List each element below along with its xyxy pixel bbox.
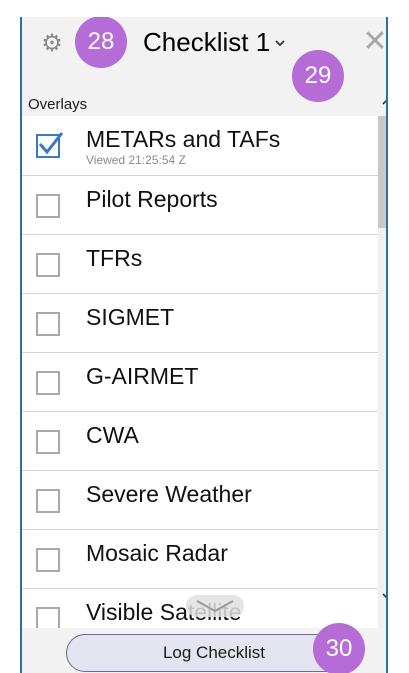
scroll-more-indicator[interactable] — [186, 595, 244, 617]
list-item-sigmet[interactable]: SIGMET — [22, 293, 378, 352]
checkbox-metars-tafs[interactable] — [36, 132, 64, 158]
item-label: CWA — [86, 422, 139, 448]
panel-footer: Log Checklist 30 — [22, 623, 386, 673]
scrollbar-thumb[interactable] — [378, 116, 386, 228]
item-label: SIGMET — [86, 304, 175, 330]
checkbox-sigmet[interactable] — [36, 312, 60, 336]
checkbox-severe-weather[interactable] — [36, 489, 60, 513]
list-item-severe-weather[interactable]: Severe Weather — [22, 470, 378, 529]
checkbox-mosaic-radar[interactable] — [36, 548, 60, 572]
item-label: G-AIRMET — [86, 363, 199, 389]
badge-30: 30 — [313, 623, 365, 673]
item-label: METARs and TAFs — [86, 126, 281, 152]
chevron-down-icon[interactable] — [274, 37, 286, 49]
item-label: Pilot Reports — [86, 186, 218, 212]
chevron-down-icon — [196, 600, 234, 613]
checkbox-cwa[interactable] — [36, 430, 60, 454]
gear-icon[interactable]: ⚙ — [39, 31, 65, 57]
scroll-down-icon[interactable] — [380, 589, 388, 603]
section-label-overlays: Overlays — [28, 96, 88, 113]
scrollbar[interactable] — [378, 116, 386, 628]
checkbox-visible-satellite[interactable] — [36, 607, 60, 628]
list-item-g-airmet[interactable]: G-AIRMET — [22, 352, 378, 411]
checklist-title[interactable]: Checklist 1 — [143, 27, 270, 58]
checkbox-tfrs[interactable] — [36, 253, 60, 277]
item-viewed-timestamp: Viewed 21:25:54 Z — [86, 153, 186, 167]
list-item-tfrs[interactable]: TFRs — [22, 234, 378, 293]
panel-header: ⚙ 28 Checklist 1 ✕ 29 — [22, 17, 386, 102]
list-item-cwa[interactable]: CWA — [22, 411, 378, 470]
checkbox-g-airmet[interactable] — [36, 371, 60, 395]
item-label: TFRs — [86, 245, 143, 271]
scroll-up-icon[interactable] — [380, 95, 388, 109]
close-icon[interactable]: ✕ — [362, 27, 386, 57]
list-item-pilot-reports[interactable]: Pilot Reports — [22, 175, 378, 234]
badge-28: 28 — [75, 17, 127, 68]
checklist-panel: ⚙ 28 Checklist 1 ✕ 29 Overlays METARs an… — [20, 17, 388, 673]
overlay-list: METARs and TAFs Viewed 21:25:54 Z Pilot … — [22, 116, 378, 628]
checkbox-pilot-reports[interactable] — [36, 194, 60, 218]
list-item-metars-tafs[interactable]: METARs and TAFs Viewed 21:25:54 Z — [22, 116, 378, 175]
list-item-mosaic-radar[interactable]: Mosaic Radar — [22, 529, 378, 588]
item-label: Mosaic Radar — [86, 540, 228, 566]
badge-29: 29 — [292, 50, 344, 102]
checkmark-icon — [38, 132, 64, 155]
item-label: Severe Weather — [86, 481, 252, 507]
